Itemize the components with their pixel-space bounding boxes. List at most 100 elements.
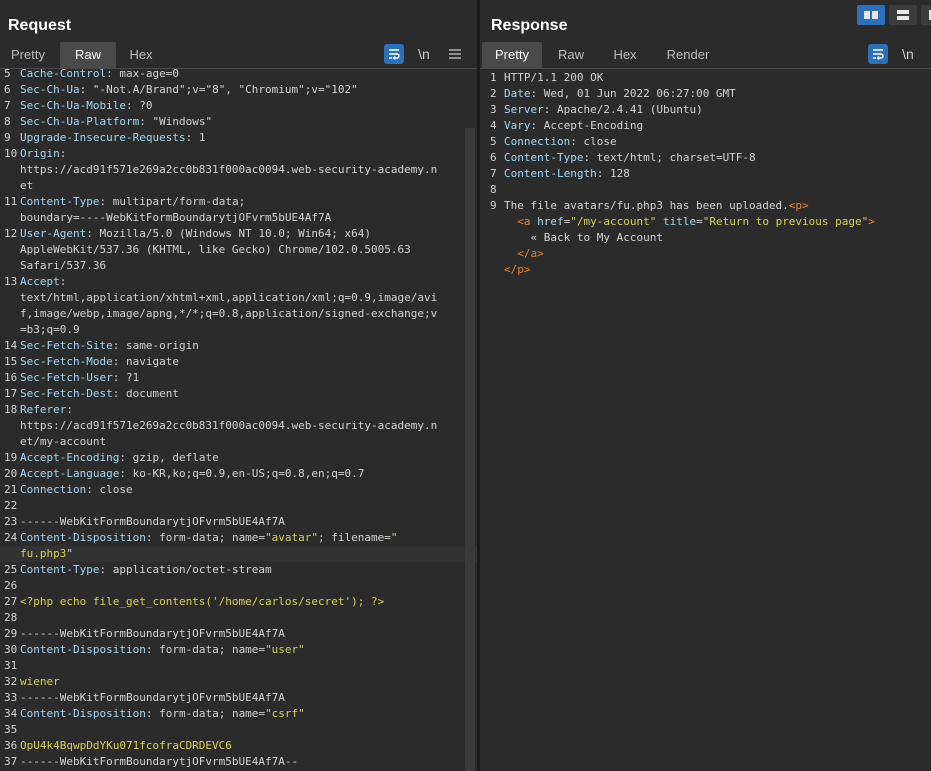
- token: gzip, deflate: [132, 451, 219, 464]
- code-line: 29 ------WebKitFormBoundarytjOFvrm5bUE4Af…: [0, 626, 477, 642]
- line-number: 5: [490, 135, 497, 148]
- code-line: 22: [0, 498, 477, 514]
- line-number: 19: [4, 451, 18, 464]
- line-number: 10: [4, 147, 18, 160]
- code-line: </p>: [480, 262, 931, 278]
- request-wrap-lines-button[interactable]: [384, 44, 404, 64]
- token: document: [125, 387, 179, 400]
- code-line: f,image/webp,image/apng,*/*;q=0.8,applic…: [0, 306, 477, 322]
- wrap-lines-icon: [873, 49, 884, 60]
- token: Content-Length: [504, 167, 597, 180]
- line-number: 26: [4, 579, 18, 592]
- response-tab-pretty[interactable]: Pretty: [482, 42, 542, 68]
- line-text: ------WebKitFormBoundarytjOFvrm5bUE4Af7A: [20, 514, 285, 530]
- layout-side-by-side-button[interactable]: [857, 5, 885, 25]
- request-tab-pretty[interactable]: Pretty: [0, 42, 56, 68]
- token: Accept-Encoding: [543, 119, 644, 132]
- request-scrollbar[interactable]: [465, 128, 475, 771]
- token: >: [537, 247, 544, 260]
- line-number: 7: [490, 167, 497, 180]
- token: Date: [504, 87, 531, 100]
- response-tab-raw[interactable]: Raw: [546, 42, 596, 68]
- line-text: Connection: close: [504, 134, 617, 150]
- response-pane: Response Pretty Raw Hex Render \n 1 HTTP/…: [480, 0, 931, 771]
- token: "csrf": [265, 707, 305, 720]
- line-text: =b3;q=0.9: [20, 322, 80, 338]
- token: =: [696, 215, 703, 228]
- response-newline-toggle[interactable]: \n: [896, 44, 920, 64]
- code-line: 28: [0, 610, 477, 626]
- token: :: [86, 227, 100, 240]
- line-number: 8: [4, 115, 11, 128]
- line-text: Content-Type: text/html; charset=UTF-8: [504, 150, 756, 166]
- request-menu-button[interactable]: [446, 44, 464, 64]
- line-text: Content-Disposition: form-data; name="us…: [20, 642, 305, 658]
- token: p: [517, 263, 524, 276]
- line-text: Content-Type: application/octet-stream: [20, 562, 272, 578]
- line-text: Content-Disposition: form-data; name="cs…: [20, 706, 305, 722]
- line-text: Sec-Fetch-User: ?1: [20, 370, 139, 386]
- line-number: 25: [4, 563, 18, 576]
- line-text: HTTP/1.1 200 OK: [504, 70, 603, 86]
- layout-stacked-button[interactable]: [889, 5, 917, 25]
- line-number: 13: [4, 275, 18, 288]
- layout-tabs-button[interactable]: [921, 5, 931, 25]
- code-line: 37 ------WebKitFormBoundarytjOFvrm5bUE4Af…: [0, 754, 477, 770]
- code-line: 9 The file avatars/fu.php3 has been uploa…: [480, 198, 931, 214]
- line-text: ------WebKitFormBoundarytjOFvrm5bUE4Af7A…: [20, 754, 298, 770]
- line-number: 9: [4, 131, 11, 144]
- token: Sec-Ch-Ua-Mobile: [20, 99, 126, 112]
- token: <: [517, 215, 524, 228]
- token: :: [112, 387, 126, 400]
- response-tab-underline: [480, 68, 931, 69]
- line-number: 37: [4, 755, 18, 768]
- line-number: 35: [4, 723, 18, 736]
- line-text: Content-Disposition: form-data; name="av…: [20, 530, 398, 546]
- token: "Windows": [152, 115, 213, 128]
- line-text: <a href="/my-account" title="Return to p…: [504, 214, 875, 230]
- token: "-Not.A/Brand";v="8", "Chromium";v="102": [92, 83, 358, 96]
- line-number: 33: [4, 691, 18, 704]
- response-tab-hex[interactable]: Hex: [600, 42, 650, 68]
- line-text: Accept:: [20, 274, 66, 290]
- line-text: f,image/webp,image/apng,*/*;q=0.8,applic…: [20, 306, 437, 322]
- response-wrap-lines-button[interactable]: [868, 44, 888, 64]
- code-line: 3 Server: Apache/2.4.41 (Ubuntu): [480, 102, 931, 118]
- token: :: [145, 531, 160, 544]
- token: User-Agent: [20, 227, 87, 240]
- line-text: Accept-Language: ko-KR,ko;q=0.9,en-US;q=…: [20, 466, 364, 482]
- line-text: fu.php3": [20, 546, 73, 562]
- line-text: et: [20, 178, 33, 194]
- token: >: [523, 263, 531, 276]
- request-tab-hex[interactable]: Hex: [116, 42, 166, 68]
- request-newline-toggle[interactable]: \n: [412, 44, 436, 64]
- code-line: 36 OpU4k4BqwpDdYKu071fcofraCDRDEVC6: [0, 738, 477, 754]
- line-text: Referer:: [20, 402, 73, 418]
- code-line: 32 wiener: [0, 674, 477, 690]
- token: "avatar": [265, 531, 319, 544]
- response-tab-render[interactable]: Render: [656, 42, 720, 68]
- code-line: 14 Sec-Fetch-Site: same-origin: [0, 338, 477, 354]
- code-line: </a>: [480, 246, 931, 262]
- token: :: [119, 467, 133, 480]
- token: ------WebKitFormBoundarytjOFvrm5bUE4Af7A: [20, 691, 285, 704]
- token: :: [583, 151, 597, 164]
- token: :: [112, 371, 126, 384]
- line-text: Vary: Accept-Encoding: [504, 118, 643, 134]
- token: Connection: [504, 135, 571, 148]
- token: Content-Type: [20, 563, 100, 576]
- code-line: 5 Connection: close: [480, 134, 931, 150]
- token: ?0: [139, 99, 153, 112]
- line-number: 17: [4, 387, 18, 400]
- response-viewer[interactable]: 1 HTTP/1.1 200 OK 2 Date: Wed, 01 Jun 2022 …: [480, 70, 931, 771]
- code-line: 26: [0, 578, 477, 594]
- code-line: 8: [480, 182, 931, 198]
- token: Cache-Control: [20, 67, 107, 80]
- line-text: Sec-Ch-Ua: "-Not.A/Brand";v="8", "Chromi…: [20, 82, 358, 98]
- request-editor[interactable]: 5 Cache-Control: max-age=0 6 Sec-Ch-Ua: "-N…: [0, 66, 477, 771]
- token: Server: [504, 103, 544, 116]
- line-text: et/my-account: [20, 434, 106, 450]
- request-tab-raw[interactable]: Raw: [60, 42, 116, 68]
- line-number: 3: [490, 103, 497, 116]
